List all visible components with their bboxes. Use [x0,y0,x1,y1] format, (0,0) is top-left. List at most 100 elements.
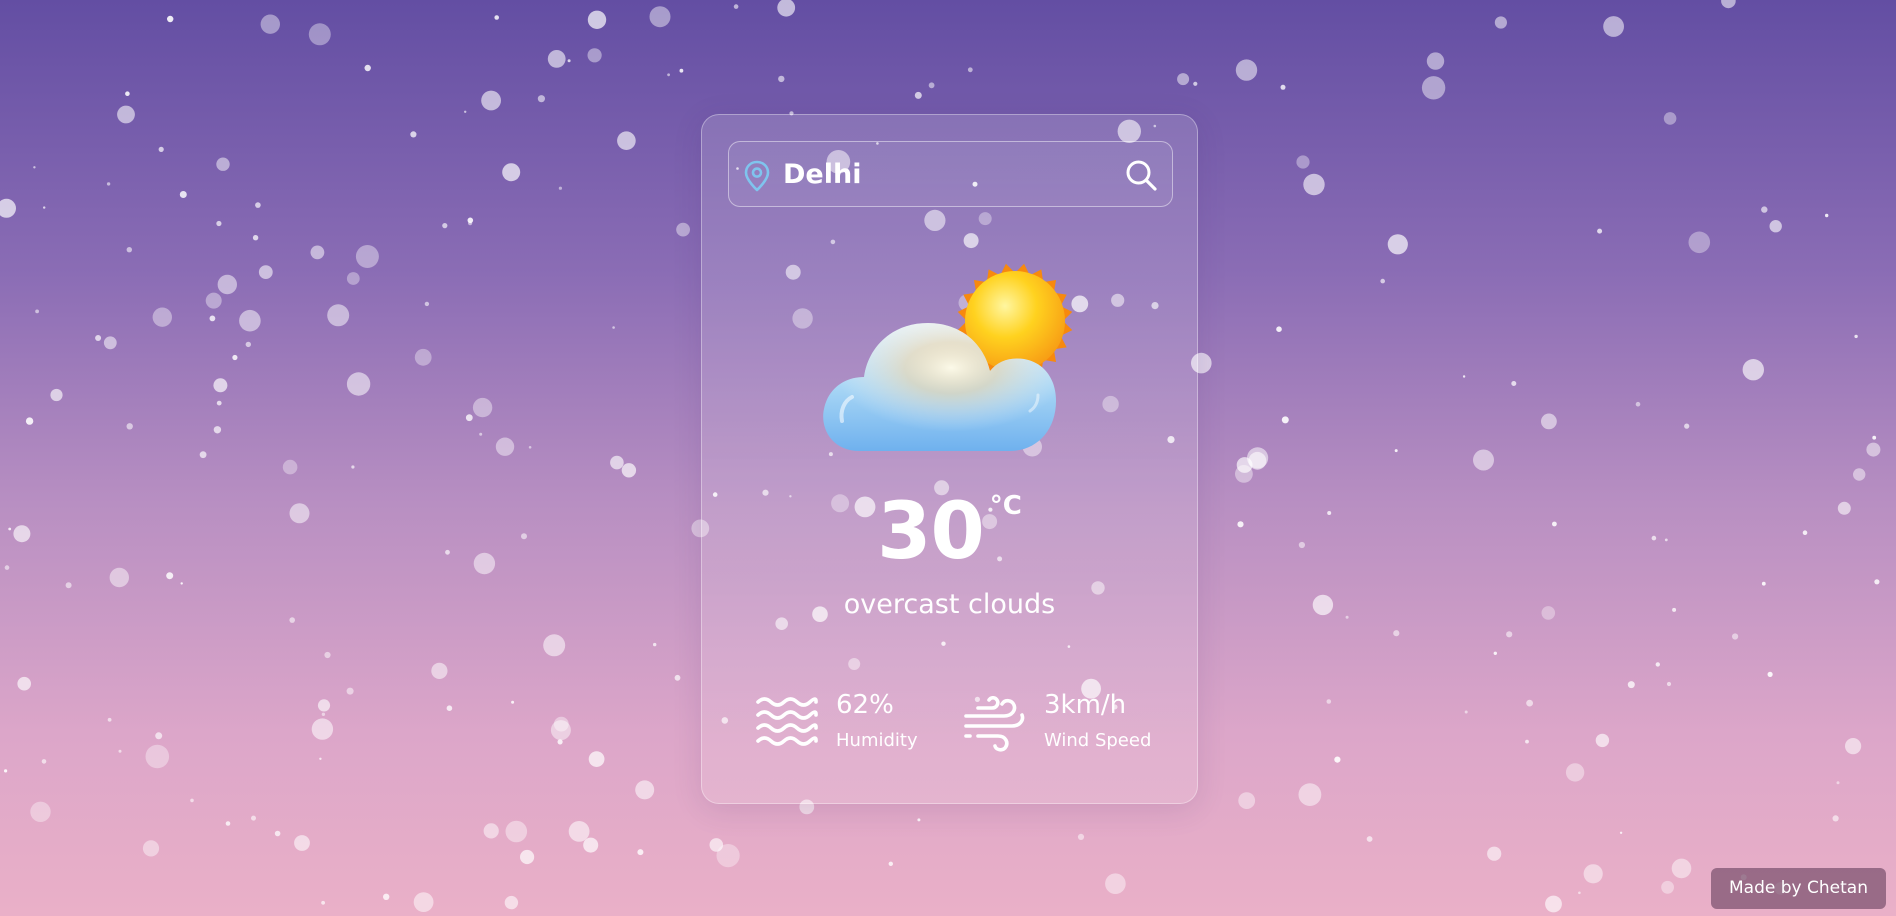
snow-particle [1541,606,1556,620]
snow-particle [410,131,417,138]
snow-particle [1296,155,1310,169]
snow-particle [1836,781,1840,785]
search-bar [728,141,1173,207]
snow-particle [232,354,238,361]
snow-particle [1627,681,1635,689]
snow-particle [1247,447,1269,469]
snow-particle [778,75,785,83]
snow-particle [180,582,183,585]
snow-particle [351,465,355,469]
snow-particle [1525,739,1529,744]
made-by-badge: Made by Chetan [1711,868,1886,909]
snow-particle [1426,52,1445,70]
snow-particle [4,565,10,570]
snow-particle [520,849,535,865]
snow-particle [777,0,796,17]
snow-particle [1298,783,1322,806]
snow-particle [1874,579,1880,585]
snow-particle [346,272,360,285]
snow-particle [30,801,51,822]
snow-particle [467,217,474,224]
snow-particle [479,432,483,436]
snow-particle [317,699,331,712]
humidity-label: Humidity [836,730,918,751]
snow-particle [109,567,129,588]
snow-particle [558,186,563,190]
snow-particle [126,247,132,253]
snow-particle [158,146,164,152]
snow-particle [1366,836,1373,842]
snow-particle [289,617,296,623]
snow-particle [1666,681,1672,687]
snow-particle [1506,631,1513,638]
temperature-display: 30 °C [702,491,1197,571]
snow-particle [282,459,298,475]
snow-particle [621,463,637,478]
snow-particle [424,301,430,307]
snow-particle [494,15,500,20]
snow-particle [1854,334,1858,339]
snow-particle [205,292,222,309]
wind-speed-label: Wind Speed [1044,730,1152,751]
snow-particle [118,749,122,753]
snow-particle [274,830,281,837]
snow-particle [1684,423,1690,429]
snow-particle [557,739,563,745]
snow-particle [311,718,334,740]
humidity-value: 62% [836,690,894,720]
snow-particle [414,348,432,366]
snow-particle [8,527,12,531]
snow-particle [709,838,724,852]
snow-particle [567,59,571,63]
snow-particle [364,64,371,72]
weather-description: overcast clouds [843,589,1056,620]
snow-particle [1664,538,1668,542]
snow-particle [117,105,135,124]
snow-particle [167,15,174,23]
snow-particle [1541,413,1557,430]
snow-particle [1603,16,1624,37]
search-icon[interactable] [1124,158,1158,192]
snow-particle [1742,359,1765,381]
snow-particle [917,818,921,822]
snow-particle [547,50,566,68]
snow-particle [481,90,501,111]
snow-particle [327,304,350,327]
snow-particle [321,900,325,905]
snow-particle [1655,662,1661,667]
snow-particle [103,336,117,350]
snow-particle [472,397,493,418]
snow-particle [1236,457,1253,473]
snow-particle [107,717,112,722]
temperature-unit: °C [989,491,1022,521]
location-pin-icon [744,160,770,192]
snow-particle [676,222,690,237]
snow-particle [25,417,34,425]
snow-particle [733,4,739,9]
snow-particle [1493,651,1498,655]
snow-particle [1802,530,1808,535]
snow-particle [1394,449,1398,453]
snow-particle [495,437,515,456]
snow-particle [612,326,615,329]
city-search-input[interactable] [783,154,1103,194]
snow-particle [1487,846,1502,861]
snow-particle [1235,59,1258,81]
snow-particle [308,23,331,46]
snow-particle [1238,792,1256,809]
snow-particle [239,309,261,332]
snow-particle [310,245,325,260]
snow-particle [1663,112,1677,125]
snow-particle [319,757,322,760]
wind-detail: 3km/h Wind Speed [964,688,1154,758]
snow-particle [199,451,207,459]
snow-particle [1837,501,1851,515]
snow-particle [468,221,473,226]
snow-particle [1462,375,1466,378]
snow-particle [1761,206,1768,213]
snow-particle [483,823,499,839]
temperature-value: 30 [877,487,985,577]
snow-particle [190,798,194,803]
snow-particle [473,552,496,575]
snow-particle [464,110,467,114]
